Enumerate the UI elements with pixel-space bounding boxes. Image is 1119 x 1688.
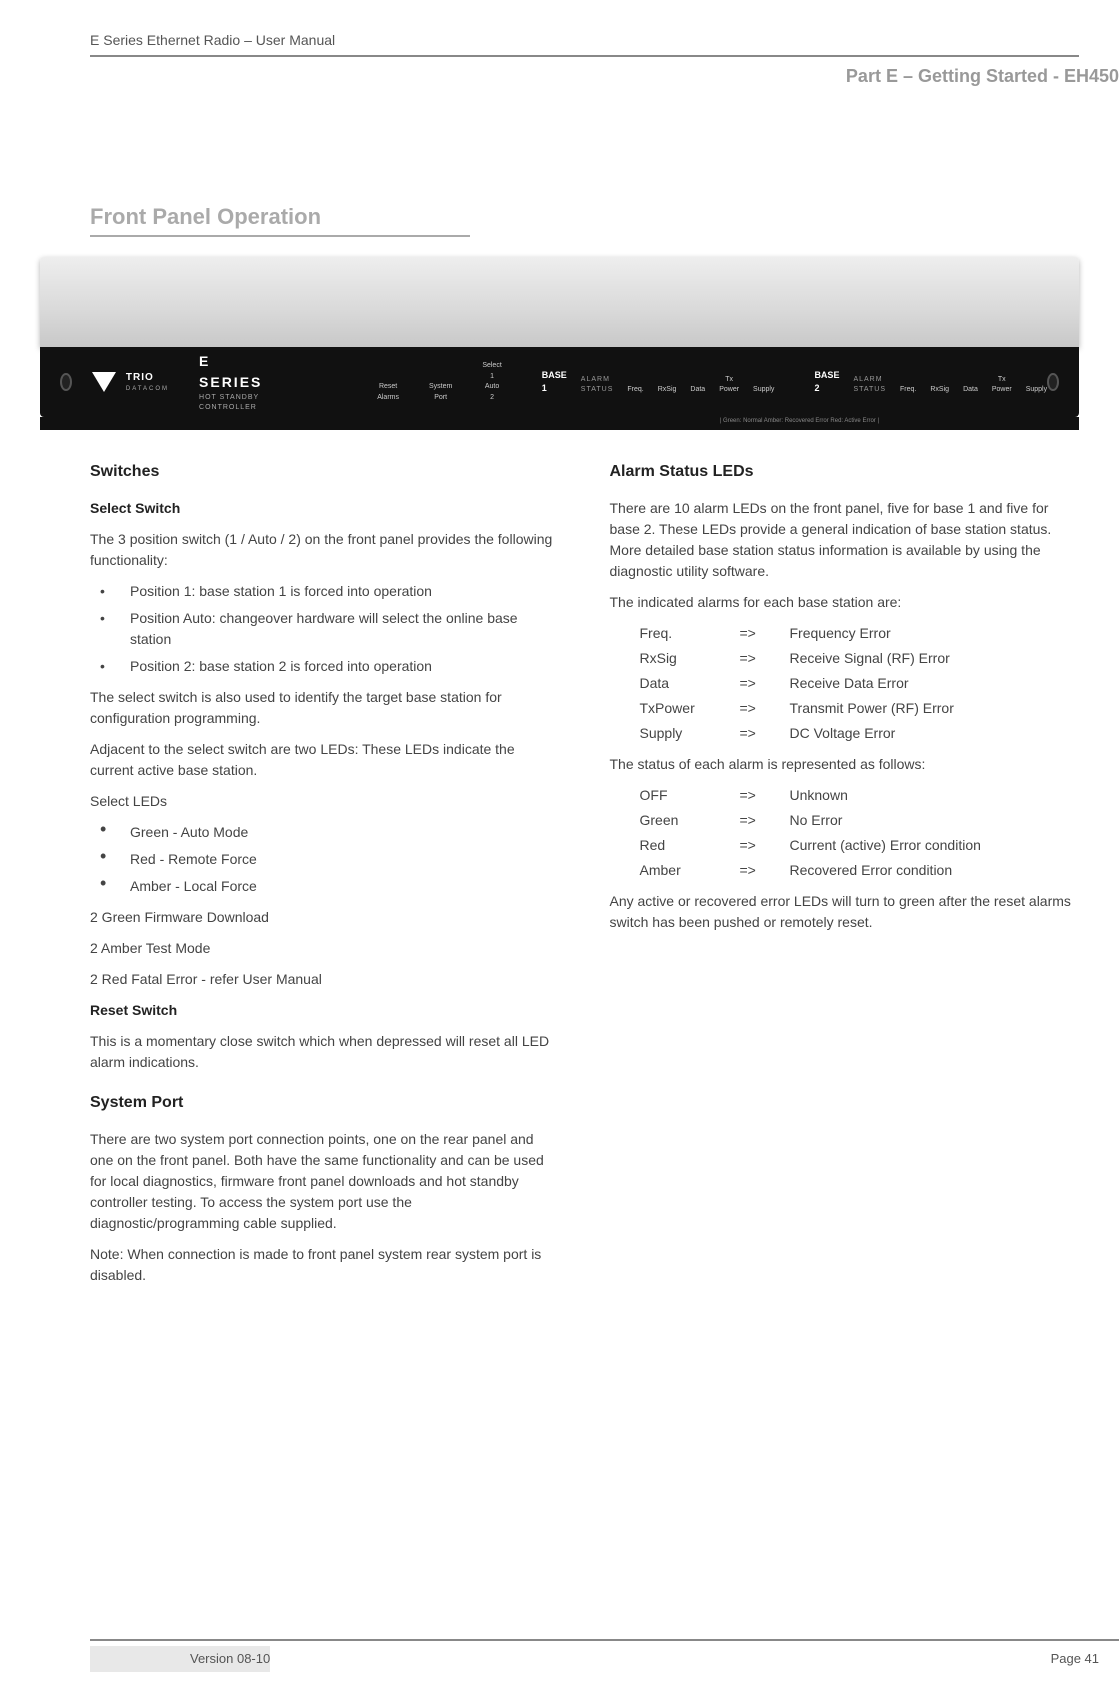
led-supply-2: Supply	[1026, 385, 1047, 396]
reset-alarms-label: Reset Alarms	[377, 382, 399, 403]
list-item: Green - Auto Mode	[90, 822, 560, 843]
list-item: Position 2: base station 2 is forced int…	[90, 656, 560, 677]
alarm-status-heading: Alarm Status LEDs	[610, 460, 1080, 484]
series-sub-text: HOT STANDBY CONTROLLER	[199, 393, 267, 414]
led-rxsig: RxSig	[658, 385, 677, 396]
select-para3: Adjacent to the select switch are two LE…	[90, 739, 560, 781]
table-row: OFF=>Unknown	[640, 785, 1080, 806]
doc-header: E Series Ethernet Radio – User Manual	[90, 30, 1079, 57]
select-intro: The 3 position switch (1 / Auto / 2) on …	[90, 529, 560, 571]
part-label: Part E – Getting Started - EH450	[0, 63, 1119, 90]
alarm-list-intro: The indicated alarms for each base stati…	[610, 592, 1080, 613]
table-row: TxPower=>Transmit Power (RF) Error	[640, 698, 1080, 719]
table-row: RxSig=>Receive Signal (RF) Error	[640, 648, 1080, 669]
fw-line: 2 Red Fatal Error - refer User Manual	[90, 969, 560, 990]
alarm-intro: There are 10 alarm LEDs on the front pan…	[610, 498, 1080, 582]
select-switch-heading: Select Switch	[90, 498, 560, 519]
list-item: Position 1: base station 1 is forced int…	[90, 581, 560, 602]
select-para2: The select switch is also used to identi…	[90, 687, 560, 729]
alarm-map-table: Freq.=>Frequency Error RxSig=>Receive Si…	[640, 623, 1080, 744]
table-row: Supply=>DC Voltage Error	[640, 723, 1080, 744]
select-leds-label: Select LEDs	[90, 791, 560, 812]
trio-logo-icon	[92, 372, 116, 392]
device-image: TRIO DATACOM E SERIES HOT STANDBY CONTRO…	[40, 257, 1079, 430]
status-intro: The status of each alarm is represented …	[610, 754, 1080, 775]
alarm-outro: Any active or recovered error LEDs will …	[610, 891, 1080, 933]
reset-switch-heading: Reset Switch	[90, 1000, 560, 1021]
led-txpower: Tx Power	[719, 375, 739, 396]
system-port-heading: System Port	[90, 1091, 560, 1115]
led-supply: Supply	[753, 385, 774, 396]
version-text: Version 08-10	[190, 1649, 270, 1669]
led-txpower-2: Tx Power	[992, 375, 1012, 396]
right-column: Alarm Status LEDs There are 10 alarm LED…	[610, 460, 1080, 1296]
section-title: Front Panel Operation	[90, 200, 470, 237]
alarm-status-label-2: ALARM STATUS	[853, 375, 886, 396]
doc-title: E Series Ethernet Radio – User Manual	[90, 32, 335, 48]
led-freq-2: Freq.	[900, 385, 916, 396]
led-data: Data	[690, 385, 705, 396]
page-footer: Version 08-10 Page 41	[90, 1639, 1119, 1669]
series-text: E SERIES	[199, 351, 267, 393]
system-port-text: There are two system port connection poi…	[90, 1129, 560, 1234]
select-positions: 1 Auto 2	[482, 372, 501, 404]
list-item: Position Auto: changeover hardware will …	[90, 608, 560, 650]
system-port-note: Note: When connection is made to front p…	[90, 1244, 560, 1286]
system-port-label: System Port	[429, 382, 452, 403]
table-row: Data=>Receive Data Error	[640, 673, 1080, 694]
led-rxsig-2: RxSig	[930, 385, 949, 396]
status-map-table: OFF=>Unknown Green=> No Error Red=>Curre…	[640, 785, 1080, 881]
fw-line: 2 Green Firmware Download	[90, 907, 560, 928]
alarm-status-label-1: ALARM STATUS	[581, 375, 614, 396]
table-row: Freq.=>Frequency Error	[640, 623, 1080, 644]
list-item: Red - Remote Force	[90, 849, 560, 870]
led-freq: Freq.	[627, 385, 643, 396]
table-row: Green=> No Error	[640, 810, 1080, 831]
page-number: Page 41	[1051, 1649, 1099, 1669]
select-positions-list: Position 1: base station 1 is forced int…	[90, 581, 560, 677]
select-leds-list: Green - Auto Mode Red - Remote Force Amb…	[90, 822, 560, 897]
brand-sub: DATACOM	[126, 385, 169, 394]
legend-text: | Green: Normal Amber: Recovered Error R…	[40, 417, 1079, 430]
led-data-2: Data	[963, 385, 978, 396]
list-item: Amber - Local Force	[90, 876, 560, 897]
fw-line: 2 Amber Test Mode	[90, 938, 560, 959]
base1-label: BASE 1	[542, 369, 567, 396]
reset-switch-text: This is a momentary close switch which w…	[90, 1031, 560, 1073]
table-row: Red=>Current (active) Error condition	[640, 835, 1080, 856]
base2-label: BASE 2	[814, 369, 839, 396]
screw-icon	[60, 373, 72, 391]
table-row: Amber=>Recovered Error condition	[640, 860, 1080, 881]
screw-icon	[1047, 373, 1059, 391]
switches-heading: Switches	[90, 460, 560, 484]
brand-text: TRIO	[126, 370, 169, 385]
select-label: Select	[482, 361, 501, 372]
left-column: Switches Select Switch The 3 position sw…	[90, 460, 560, 1296]
